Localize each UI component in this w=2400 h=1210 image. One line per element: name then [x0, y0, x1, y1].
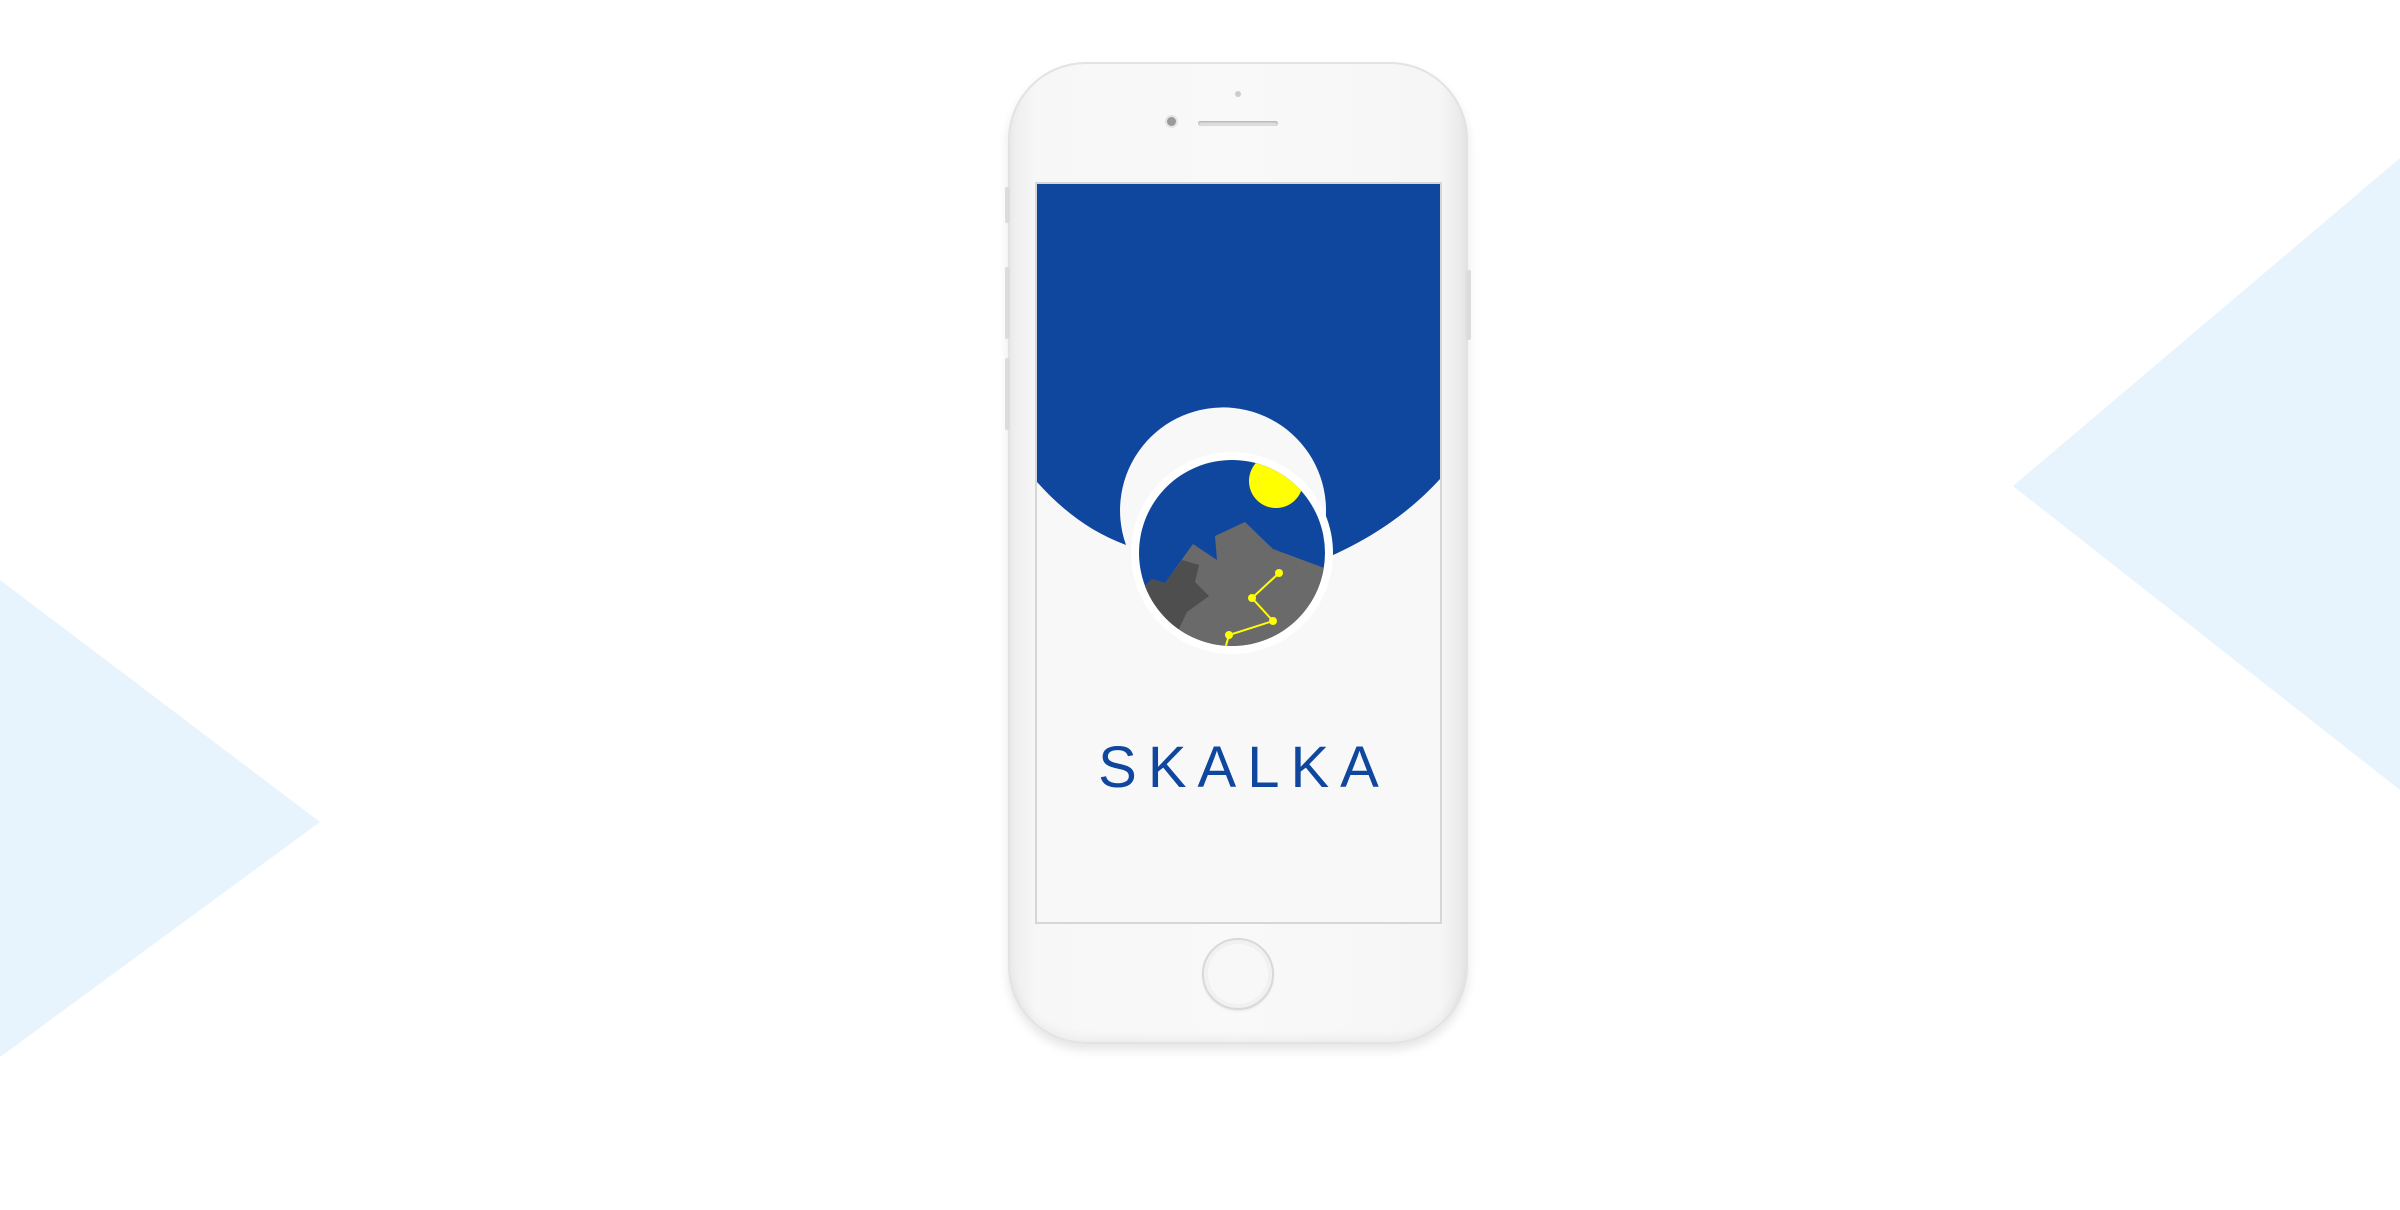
right-background-triangle — [2013, 158, 2400, 790]
phone-mockup: SKALKA — [1005, 62, 1471, 1044]
app-title: SKALKA — [1098, 735, 1390, 800]
left-background-triangle — [0, 580, 320, 1057]
app-screen: SKALKA — [1035, 182, 1442, 924]
splash-artwork — [1037, 184, 1440, 654]
phone-side-button — [1005, 187, 1010, 223]
showcase-stage: SKALKA — [0, 0, 2400, 1210]
route-point — [1248, 594, 1256, 602]
route-point — [1275, 569, 1283, 577]
route-point — [1269, 617, 1277, 625]
volume-up-button — [1005, 267, 1010, 339]
earpiece-speaker — [1198, 121, 1278, 126]
front-camera-icon — [1167, 117, 1176, 126]
volume-down-button — [1005, 358, 1010, 430]
route-point — [1225, 631, 1233, 639]
home-button[interactable] — [1202, 938, 1274, 1010]
proximity-sensor — [1235, 91, 1241, 97]
power-button — [1466, 270, 1471, 340]
app-logo — [1131, 452, 1333, 654]
